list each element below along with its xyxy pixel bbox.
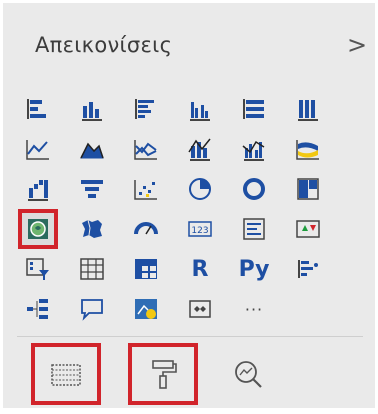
key-influencers-icon[interactable] <box>290 251 326 287</box>
table-icon[interactable] <box>74 251 110 287</box>
stacked-area-chart-icon[interactable] <box>128 131 164 167</box>
100-stacked-bar-chart-icon[interactable] <box>236 91 272 127</box>
pie-chart-icon[interactable] <box>182 171 218 207</box>
card-icon[interactable]: 123 <box>182 211 218 247</box>
gauge-icon[interactable] <box>128 211 164 247</box>
decomposition-tree-icon[interactable] <box>20 291 56 327</box>
svg-text:123: 123 <box>191 226 208 236</box>
line-and-stacked-column-chart-icon[interactable] <box>182 131 218 167</box>
smart-narrative-icon[interactable] <box>128 291 164 327</box>
donut-chart-icon[interactable] <box>236 171 272 207</box>
multi-row-card-icon[interactable] <box>236 211 272 247</box>
get-more-visuals-button[interactable]: ··· <box>236 291 272 327</box>
funnel-chart-icon[interactable] <box>74 171 110 207</box>
100-stacked-column-chart-icon[interactable] <box>290 91 326 127</box>
matrix-icon[interactable] <box>128 251 164 287</box>
clustered-bar-chart-icon[interactable] <box>128 91 164 127</box>
fields-tab[interactable] <box>31 343 101 405</box>
area-chart-icon[interactable] <box>74 131 110 167</box>
paint-roller-icon <box>152 360 177 389</box>
kpi-icon[interactable] <box>290 211 326 247</box>
slicer-icon[interactable] <box>20 251 56 287</box>
format-tab[interactable] <box>128 343 198 405</box>
pane-title: Απεικονίσεις <box>35 33 173 57</box>
stacked-column-chart-icon[interactable] <box>74 91 110 127</box>
visualizations-pane: Απεικονίσεις > 123 R Py ··· <box>3 3 375 408</box>
line-and-clustered-column-chart-icon[interactable] <box>236 131 272 167</box>
custom-globe-visual-icon[interactable] <box>18 209 58 249</box>
fields-icon <box>51 364 81 386</box>
collapse-pane-button[interactable]: > <box>347 31 367 59</box>
stacked-bar-chart-icon[interactable] <box>20 91 56 127</box>
r-script-visual-icon[interactable]: R <box>182 251 218 287</box>
qna-visual-icon[interactable] <box>74 291 110 327</box>
paginated-report-icon[interactable] <box>182 291 218 327</box>
python-visual-icon[interactable]: Py <box>236 251 272 287</box>
analytics-magnifier-icon <box>235 361 262 388</box>
scatter-chart-icon[interactable] <box>128 171 164 207</box>
line-chart-icon[interactable] <box>20 131 56 167</box>
analytics-tab[interactable] <box>213 343 283 405</box>
tabs-divider <box>17 336 363 337</box>
treemap-icon[interactable] <box>290 171 326 207</box>
ribbon-chart-icon[interactable] <box>290 131 326 167</box>
filled-map-icon[interactable] <box>74 211 110 247</box>
waterfall-chart-icon[interactable] <box>20 171 56 207</box>
clustered-column-chart-icon[interactable] <box>182 91 218 127</box>
